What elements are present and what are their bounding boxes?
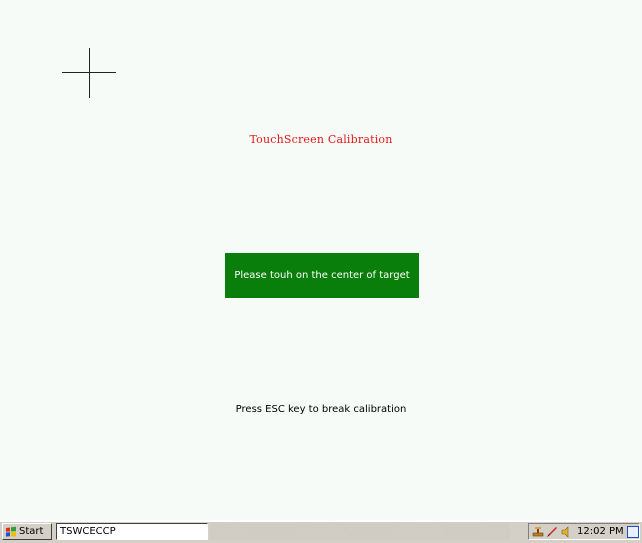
speaker-icon[interactable]	[560, 525, 572, 538]
crosshair-vertical-line	[89, 48, 90, 98]
task-button-tswceccp[interactable]: TSWCECCP	[56, 523, 208, 540]
calibration-title: TouchScreen Calibration	[249, 133, 393, 146]
start-button[interactable]: Start	[2, 523, 52, 540]
show-desktop-icon[interactable]	[626, 525, 639, 538]
task-button-label: TSWCECCP	[60, 526, 116, 537]
windows-flag-icon	[6, 526, 16, 537]
start-label: Start	[19, 526, 44, 537]
instruction-text: Please touh on the center of target	[234, 270, 410, 281]
clock[interactable]: 12:02 PM	[577, 526, 624, 537]
network-icon[interactable]	[532, 526, 544, 538]
taskbar: Start TSWCECCP 12:02 PM	[0, 520, 642, 543]
esc-hint-text: Press ESC key to break calibration	[235, 404, 407, 415]
instruction-box: Please touh on the center of target	[225, 253, 419, 298]
calibration-screen[interactable]: TouchScreen Calibration Please touh on t…	[0, 0, 642, 543]
system-tray: 12:02 PM	[528, 523, 640, 540]
pen-icon[interactable]	[546, 526, 558, 538]
crosshair-target-icon[interactable]	[62, 48, 116, 98]
taskbar-empty-area	[210, 523, 510, 540]
